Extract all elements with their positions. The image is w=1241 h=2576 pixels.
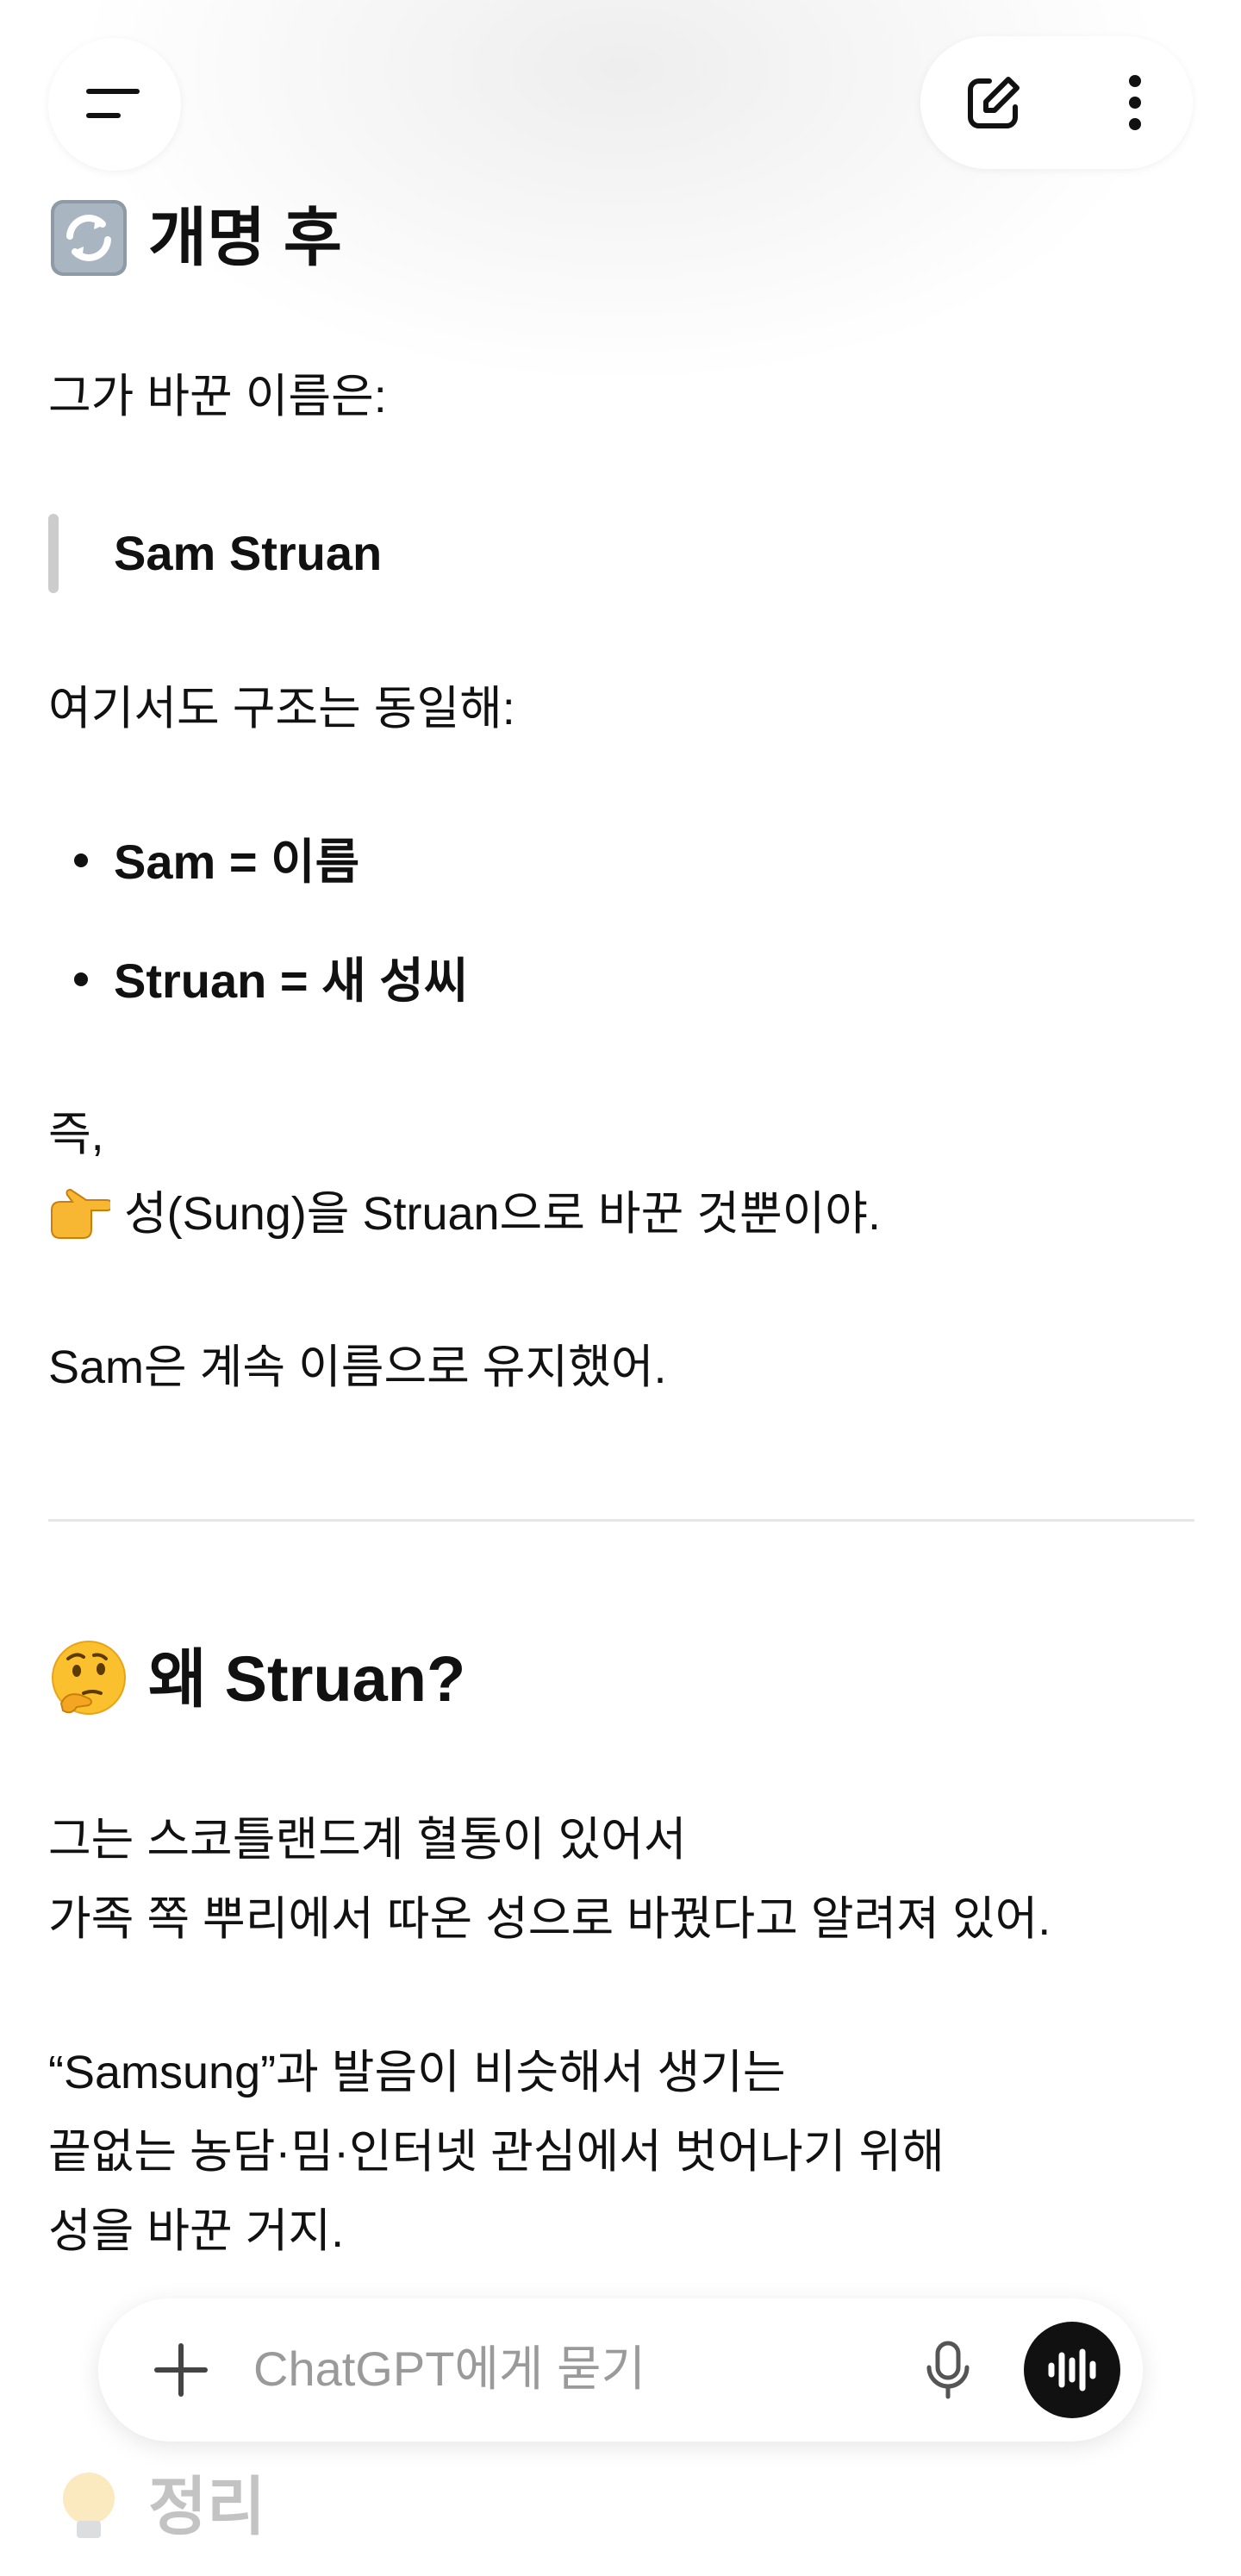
section-heading-faded: 정리 [48,2466,265,2548]
list-item: Sam = 이름 [74,822,359,902]
arrows-counterclockwise-emoji-icon [48,197,129,278]
menu-icon [86,89,140,118]
bullet-dot [74,972,88,987]
voice-mode-icon [1048,2348,1096,2392]
new-chat-edit-icon [968,77,1020,128]
section-title: 개명 후 [148,202,342,273]
blockquote-text: Sam Struan [114,526,383,580]
section-title: 정리 [148,2471,266,2542]
pointing-right-emoji-icon [48,1183,110,1245]
message-composer: ChatGPT에게 묻기 [98,2298,1143,2442]
more-vertical-icon [1129,75,1141,130]
paragraph: 끝없는 농담·밈·인터넷 관심에서 벗어나기 위해 [48,2126,945,2178]
section-heading: 개명 후 [48,197,342,279]
paragraph: 성을 바꾼 거지. [48,2205,345,2257]
paragraph: 그가 바꾼 이름은: [48,371,387,422]
list-item: Struan = 새 성씨 [74,941,468,1021]
section-title: 왜 Struan? [148,1643,466,1715]
bullet-dot [74,853,88,868]
list-item-text: Struan = 새 성씨 [114,953,469,1008]
light-bulb-emoji-icon [48,2467,129,2548]
paragraph-text: 성(Sung)을 Struan으로 바꾼 것뿐이야. [124,1188,881,1240]
more-options-button[interactable] [1103,71,1167,134]
paragraph: Sam은 계속 이름으로 유지했어. [48,1341,667,1393]
chat-page: 개명 후 그가 바꾼 이름은: Sam Struan 여기서도 구조는 동일해:… [0,0,1241,2576]
dictation-button[interactable] [914,2335,982,2404]
paragraph: 성(Sung)을 Struan으로 바꾼 것뿐이야. [48,1174,881,1254]
new-chat-button[interactable] [962,71,1026,134]
attach-button[interactable] [147,2335,215,2404]
paragraph: 여기서도 구조는 동일해: [48,683,515,735]
voice-mode-button[interactable] [1024,2322,1120,2418]
blockquote-bar [48,514,59,593]
thinking-face-emoji-icon [48,1639,129,1720]
paragraph: 즉, [48,1109,104,1160]
message-input[interactable]: ChatGPT에게 묻기 [253,2329,645,2409]
paragraph: 그는 스코틀랜드계 혈통이 있어서 [48,1814,687,1866]
header-actions [920,36,1193,169]
section-heading: 왜 Struan? [48,1638,465,1721]
menu-button[interactable] [48,38,181,171]
plus-icon [154,2343,208,2397]
paragraph: 가족 쪽 뿌리에서 따온 성으로 바꿨다고 알려져 있어. [48,1893,1051,1945]
list-item-text: Sam = 이름 [114,835,360,889]
divider [48,1519,1194,1522]
microphone-icon [926,2341,970,2399]
paragraph: “Samsung”과 발음이 비슷해서 생기는 [48,2047,786,2098]
